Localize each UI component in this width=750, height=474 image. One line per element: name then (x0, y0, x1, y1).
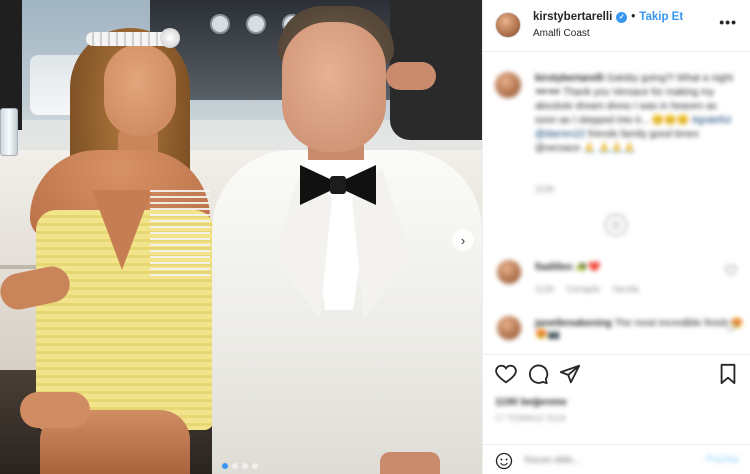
carousel-dot (232, 463, 238, 469)
comment-icon[interactable] (527, 363, 549, 385)
background-person-arm (386, 62, 436, 90)
bowtie-knot (330, 176, 346, 194)
console-dial (210, 14, 230, 34)
console-dial (246, 14, 266, 34)
carousel-next-button[interactable]: › (452, 229, 474, 251)
comment-time: 113h (535, 284, 555, 294)
caption-emoji: 😊😊😊 (651, 115, 690, 126)
comment-text: fiadillen 🐢❤️ (535, 262, 600, 273)
chevron-right-icon: › (460, 232, 466, 248)
headband-gem (160, 28, 180, 48)
caption-time: 113h (535, 184, 555, 194)
comment-row: fiadillen 🐢❤️ 113h Cevapla Yanıtla (483, 260, 750, 310)
likes-count[interactable]: 1190 beğenme (495, 396, 567, 408)
post-header: kirstybertarelli ✓ • Takip Et Amalfi Coa… (483, 0, 750, 52)
avatar[interactable] (495, 12, 521, 38)
avatar[interactable] (497, 260, 521, 284)
carousel-dot (252, 463, 258, 469)
more-options-icon[interactable]: ••• (719, 14, 737, 30)
carousel-dot (242, 463, 248, 469)
post-photo[interactable]: › (0, 0, 482, 474)
comment-username[interactable]: fiadillen (535, 262, 573, 273)
avatar[interactable] (497, 316, 521, 340)
woman-hand (20, 392, 90, 428)
post-date: 17 TEMMUZ 2019 (495, 414, 566, 423)
heart-icon[interactable] (495, 363, 517, 385)
action-bar (483, 354, 750, 388)
location-link[interactable]: Amalfi Coast (533, 28, 590, 39)
comment-input[interactable] (523, 451, 693, 469)
add-comment-bar: Paylaş (483, 444, 750, 474)
caption-text: kirstybertarelli Gatsby going?! What a n… (535, 72, 741, 156)
comment-meta: 113h Cevapla Yanıtla (535, 284, 639, 294)
caption-block: kirstybertarelli Gatsby going?! What a n… (483, 62, 750, 252)
carousel-indicator (222, 463, 258, 469)
post-comment-button[interactable]: Paylaş (706, 453, 739, 465)
header-username[interactable]: kirstybertarelli (533, 11, 612, 23)
comment-body: 🐢❤️ (575, 262, 601, 273)
bookmark-icon[interactable] (717, 363, 739, 385)
caption-emoji-tail: 🙏🙏🙏 (598, 143, 636, 154)
follow-button[interactable]: Takip Et (639, 11, 683, 23)
shoulder-beads (150, 190, 210, 280)
woman-face (104, 44, 176, 136)
share-paper-plane-icon[interactable] (559, 363, 581, 385)
comment-text: janetbreakening The most incredible fini… (535, 318, 750, 340)
header-separator: • (631, 11, 636, 23)
comment-secondary-button[interactable]: Yanıtla (611, 284, 638, 294)
carousel-dot (222, 463, 228, 469)
comment-username[interactable]: janetbreakening (535, 318, 612, 329)
comment-like-icon[interactable] (725, 264, 737, 276)
man-hand (380, 452, 440, 474)
caption-username[interactable]: kirstybertarelli (535, 73, 604, 84)
comment-reply-button[interactable]: Cevapla (566, 284, 599, 294)
man-face (282, 22, 386, 152)
verified-badge-icon: ✓ (616, 11, 628, 23)
post-side-panel: kirstybertarelli ✓ • Takip Et Amalfi Coa… (482, 0, 750, 474)
water-bottle (0, 108, 18, 156)
avatar[interactable] (495, 72, 521, 98)
header-user-row: kirstybertarelli ✓ • Takip Et (533, 11, 683, 23)
load-more-comments-icon[interactable] (605, 214, 627, 236)
comment-like-icon[interactable] (725, 320, 737, 332)
emoji-icon[interactable] (495, 452, 513, 470)
